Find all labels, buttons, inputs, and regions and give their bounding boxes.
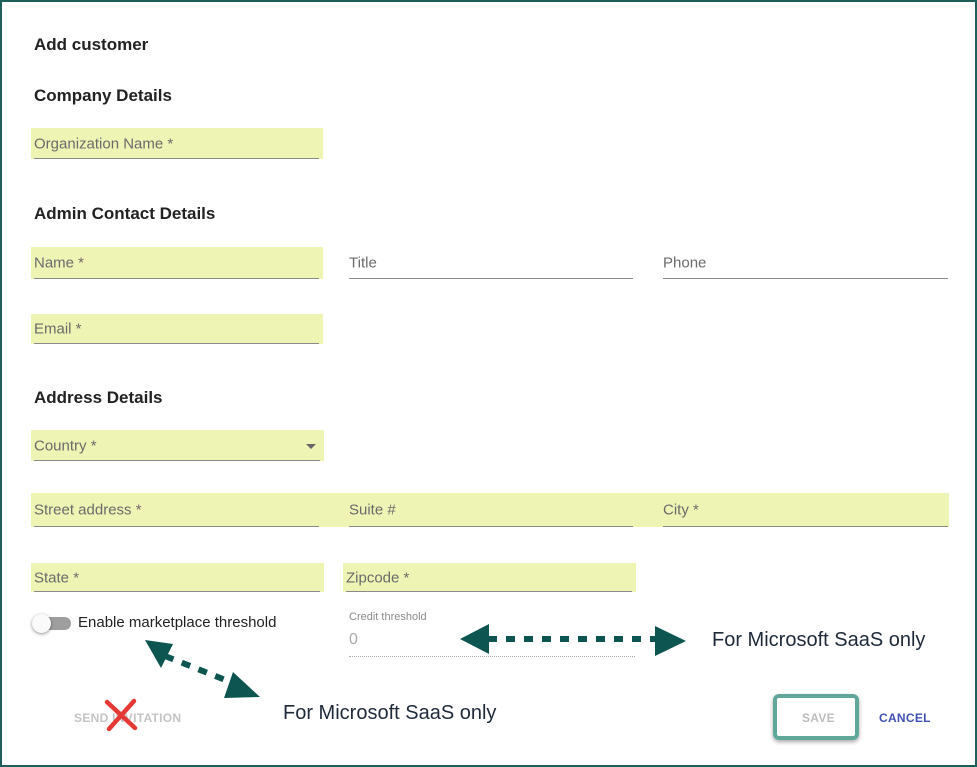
cancel-button[interactable]: CANCEL [879,711,931,725]
cross-icon [104,698,138,732]
annotation-note-right: For Microsoft SaaS only [712,629,926,651]
annotation-note-bottom: For Microsoft SaaS only [283,702,497,724]
save-button[interactable]: SAVE [802,711,835,725]
double-arrow-right-icon [460,624,686,656]
double-arrow-diagonal-icon [145,640,260,698]
